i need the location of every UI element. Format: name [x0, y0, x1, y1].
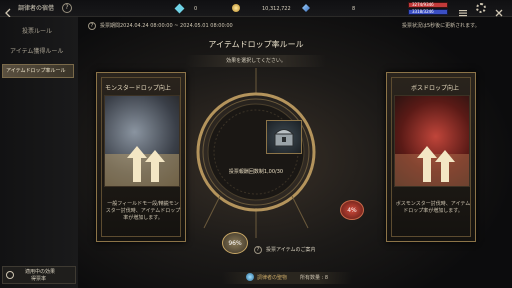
sidebar [0, 17, 78, 288]
sidebar-item-label: アイテムドロップ率ルール [6, 68, 66, 74]
window-title: 調律者の宿借 [18, 5, 55, 12]
help-icon[interactable]: ? [62, 3, 72, 13]
boss-drop-card[interactable]: ボスドロップ向上 ボスモンスター討伐時、アイテムドロップ率が増加します。 [386, 72, 476, 242]
menu-icon[interactable] [458, 3, 468, 17]
active-effects-button[interactable]: 適用中の効果 得票率 [2, 266, 76, 284]
chest-icon-frame [266, 120, 302, 154]
relic-icon [246, 273, 254, 281]
guide-help-icon[interactable]: ? [254, 246, 262, 254]
hp-text: 3274/9346 [412, 2, 434, 7]
help-icon[interactable]: ? [88, 22, 96, 30]
vote-reward-label: 投票報酬回数制1,00/30 [228, 169, 284, 175]
magnifier-icon [6, 271, 14, 279]
back-button[interactable] [3, 3, 13, 18]
monster-art [104, 95, 180, 187]
card-title: モンスタードロップ向上 [105, 85, 171, 92]
footer-item-count: 所有数量 : 8 [300, 275, 329, 281]
left-percent: 96% [228, 240, 242, 247]
drop-up-arrows-icon [395, 146, 469, 186]
monster-drop-card[interactable]: モンスタードロップ向上 一般フィールドモー段/精鋭モンスター討伐時、アイテムドロ… [96, 72, 186, 242]
update-note: 投票状況は5秒後に更新されます。 [402, 23, 480, 29]
crystal-count: 8 [352, 6, 356, 12]
page-title: アイテムドロップ率ルール [208, 40, 304, 49]
close-icon[interactable] [494, 3, 504, 17]
guide-text[interactable]: 投票アイテムのご案内 [266, 247, 316, 253]
active-effects-line2: 得票率 [31, 276, 47, 282]
gold-coin-icon [232, 4, 240, 12]
card-title: ボスドロップ向上 [411, 85, 460, 92]
subtitle: 効果を選択してください。 [226, 58, 286, 64]
card-description: ボスモンスター討伐時、アイテムドロップ率が増加します。 [395, 201, 471, 214]
active-effects-line1: 適用中の効果 [25, 269, 56, 275]
vote-period: 投票期間2024.04.24 08:00:00 ~ 2024.05.01 08:… [100, 23, 233, 29]
drop-up-arrows-icon [105, 146, 179, 186]
gold-count: 10,312,722 [262, 6, 291, 12]
mp-text: 3318/3246 [412, 9, 434, 14]
right-percent: 4% [347, 207, 357, 214]
footer-item-name: 調律者の聖物 [257, 275, 288, 281]
card-description: 一般フィールドモー段/精鋭モンスター討伐時、アイテムドロップ率が増加します。 [105, 201, 181, 221]
gem-count: 0 [194, 6, 198, 12]
treasure-chest-icon [273, 129, 295, 147]
center-ornament [196, 68, 316, 238]
settings-gear-icon[interactable] [476, 3, 486, 13]
dragon-art [394, 95, 470, 187]
sidebar-item-vote-rules[interactable]: 投票ルール [22, 28, 52, 35]
sidebar-item-drop-rate-rules[interactable]: アイテムドロップ率ルール [2, 64, 74, 78]
sidebar-item-item-acquire-rules[interactable]: アイテム獲得ルール [10, 48, 63, 55]
